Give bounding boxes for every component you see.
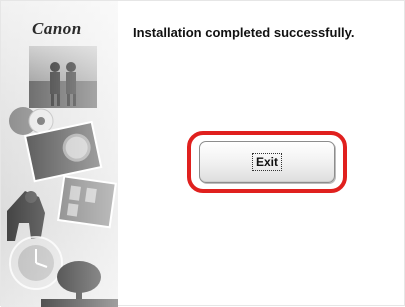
exit-button-label: Exit (251, 153, 282, 171)
status-message: Installation completed successfully. (133, 25, 355, 40)
brand-logo: Canon (32, 19, 82, 38)
exit-button[interactable]: Exit (199, 141, 335, 183)
photo-collage-graphic (1, 1, 118, 307)
side-art-panel: Canon (1, 1, 118, 307)
installer-window: Canon Installation completed successfull… (0, 0, 405, 307)
